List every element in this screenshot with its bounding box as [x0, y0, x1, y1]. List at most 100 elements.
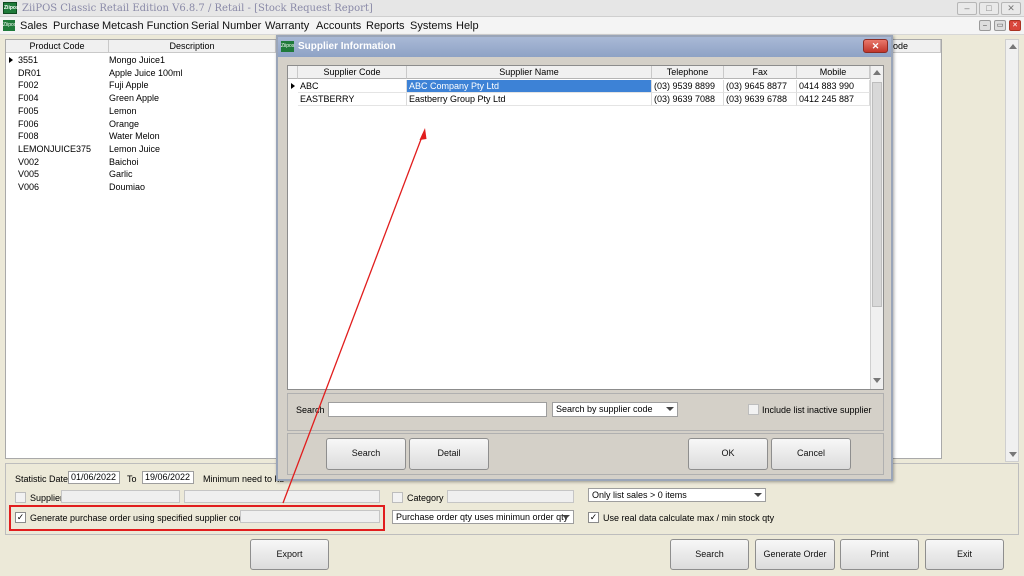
mobile-cell[interactable]: 0414 883 990 [797, 80, 870, 93]
search-mode-select[interactable]: Search by supplier code [552, 402, 678, 417]
dialog-detail-button[interactable]: Detail [409, 438, 489, 470]
include-inactive-label: Include list inactive supplier [762, 405, 872, 415]
dropdown-arrow-icon [754, 493, 762, 497]
search-label: Search [296, 405, 325, 415]
column-header-description[interactable]: Description [109, 40, 276, 53]
menu-systems[interactable]: Systems [410, 20, 452, 32]
print-button[interactable]: Print [840, 539, 919, 570]
table-row[interactable]: LEMONJUICE375 Lemon Juice [6, 143, 276, 156]
supplier-code-cell[interactable]: ABC [298, 80, 407, 93]
menu-help[interactable]: Help [456, 20, 479, 32]
dialog-title: Supplier Information [298, 41, 396, 52]
current-row-indicator-icon [291, 83, 295, 89]
dialog-title-bar[interactable]: Ziipos Supplier Information ✕ [278, 37, 891, 57]
use-real-data-checkbox[interactable]: ✓ [588, 512, 599, 523]
export-button[interactable]: Export [250, 539, 329, 570]
scroll-up-icon[interactable] [873, 70, 881, 75]
column-header-code[interactable]: ode [891, 40, 941, 53]
mdi-child-icon[interactable]: Ziipos [3, 20, 16, 31]
close-button[interactable]: ✕ [1001, 2, 1021, 15]
dialog-button-group: Search Detail OK Cancel [287, 433, 884, 475]
supplier-grid-scrollbar[interactable] [870, 66, 883, 389]
date-to-field[interactable]: 19/06/2022 [142, 471, 194, 484]
column-header-supplier-name[interactable]: Supplier Name [407, 66, 652, 79]
dialog-search-button[interactable]: Search [326, 438, 406, 470]
table-row[interactable]: F008 Water Melon [6, 130, 276, 143]
main-vertical-scrollbar[interactable] [1005, 39, 1019, 462]
menu-sales[interactable]: Sales [20, 20, 48, 32]
category-checkbox[interactable] [392, 492, 403, 503]
supplier-name-cell[interactable]: ABC Company Pty Ltd [407, 80, 652, 93]
date-from-field[interactable]: 01/06/2022 [68, 471, 120, 484]
table-row[interactable]: F006 Orange [6, 118, 276, 131]
telephone-cell[interactable]: (03) 9539 8899 [652, 80, 724, 93]
window-title: ZiiPOS Classic Retail Edition V6.8.7 / R… [22, 3, 373, 14]
menu-accounts[interactable]: Accounts [316, 20, 361, 32]
menu-metcash-function[interactable]: Metcash Function [102, 20, 189, 32]
supplier-label: Supplier [30, 493, 64, 503]
supplier-checkbox[interactable] [15, 492, 26, 503]
table-row[interactable]: DR01 Apple Juice 100ml [6, 67, 276, 80]
minimum-need-label: Minimum need to ku [203, 474, 285, 484]
supplier-name-cell[interactable]: Eastberry Group Pty Ltd [407, 93, 652, 106]
dialog-app-icon: Ziipos [281, 41, 294, 52]
table-row[interactable]: F002 Fuji Apple [6, 79, 276, 92]
search-button[interactable]: Search [670, 539, 749, 570]
fax-cell[interactable]: (03) 9639 6788 [724, 93, 797, 106]
fax-cell[interactable]: (03) 9645 8877 [724, 80, 797, 93]
column-header-product-code[interactable]: Product Code [6, 40, 109, 53]
mdi-restore-button[interactable]: ▭ [994, 20, 1006, 31]
supplier-name-field[interactable] [184, 490, 380, 503]
category-field[interactable] [447, 490, 574, 503]
menu-serial-number[interactable]: Serial Number [191, 20, 261, 32]
column-header-telephone[interactable]: Telephone [652, 66, 724, 79]
table-row[interactable]: F005 Lemon [6, 105, 276, 118]
menu-warranty[interactable]: Warranty [265, 20, 309, 32]
po-qty-mode-select[interactable]: Purchase order qty uses minimun order qt… [392, 510, 574, 524]
minimize-button[interactable]: – [957, 2, 977, 15]
use-real-data-label: Use real data calculate max / min stock … [603, 513, 775, 523]
include-inactive-checkbox[interactable] [748, 404, 759, 415]
scroll-down-icon[interactable] [873, 378, 881, 383]
scrollbar-thumb[interactable] [872, 82, 882, 307]
table-row[interactable]: V005 Garlic [6, 168, 276, 181]
table-row[interactable]: 3551 Mongo Juice1 [6, 54, 276, 67]
dialog-ok-button[interactable]: OK [688, 438, 768, 470]
maximize-button[interactable]: □ [979, 2, 999, 15]
dropdown-arrow-icon [666, 407, 674, 411]
scroll-up-icon[interactable] [1009, 44, 1017, 49]
category-label: Category [407, 493, 444, 503]
to-label: To [127, 474, 137, 484]
supplier-information-dialog: Ziipos Supplier Information ✕ Supplier C… [276, 35, 893, 481]
telephone-cell[interactable]: (03) 9639 7088 [652, 93, 724, 106]
supplier-code-field[interactable] [61, 490, 180, 503]
annotation-highlight-box [9, 505, 385, 531]
table-row[interactable]: V006 Doumiao [6, 181, 276, 194]
supplier-grid[interactable]: Supplier Code Supplier Name Telephone Fa… [287, 65, 884, 390]
title-bar: Ziipos ZiiPOS Classic Retail Edition V6.… [0, 0, 1024, 17]
mdi-close-button[interactable]: ✕ [1009, 20, 1021, 31]
dropdown-arrow-icon [562, 515, 570, 519]
mobile-cell[interactable]: 0412 245 887 [797, 93, 870, 106]
menu-purchase[interactable]: Purchase [53, 20, 99, 32]
table-row[interactable]: F004 Green Apple [6, 92, 276, 105]
only-list-sales-select[interactable]: Only list sales > 0 items [588, 488, 766, 502]
mdi-minimize-button[interactable]: – [979, 20, 991, 31]
menu-bar: Ziipos Sales Purchase Metcash Function S… [0, 17, 1024, 35]
column-header-fax[interactable]: Fax [724, 66, 797, 79]
dialog-cancel-button[interactable]: Cancel [771, 438, 851, 470]
exit-button[interactable]: Exit [925, 539, 1004, 570]
statistic-date-label: Statistic Date [15, 474, 69, 484]
table-row[interactable]: V002 Baichoi [6, 156, 276, 169]
column-header-mobile[interactable]: Mobile [797, 66, 870, 79]
generate-order-button[interactable]: Generate Order [755, 539, 835, 570]
scroll-down-icon[interactable] [1009, 452, 1017, 457]
search-group: Search Search by supplier code Include l… [287, 393, 884, 431]
supplier-search-input[interactable] [328, 402, 547, 417]
current-row-indicator-icon [9, 57, 13, 63]
dialog-close-button[interactable]: ✕ [863, 39, 888, 53]
column-header-supplier-code[interactable]: Supplier Code [298, 66, 407, 79]
app-logo-icon: Ziipos [3, 2, 19, 14]
supplier-code-cell[interactable]: EASTBERRY [298, 93, 407, 106]
menu-reports[interactable]: Reports [366, 20, 405, 32]
